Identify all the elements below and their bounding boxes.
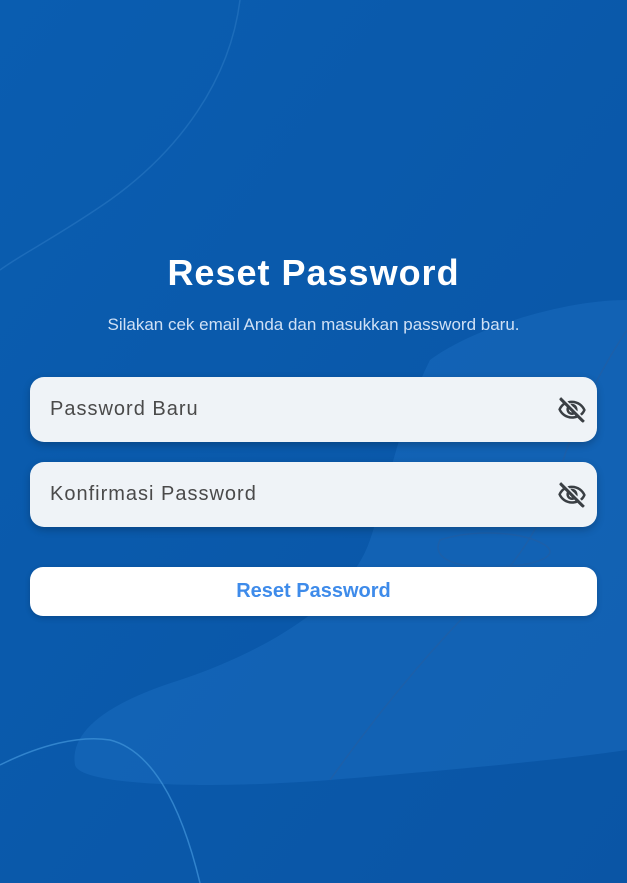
page-title: Reset Password: [167, 252, 460, 293]
eye-off-icon[interactable]: [557, 395, 587, 425]
confirm-password-field[interactable]: [30, 462, 597, 527]
reset-password-screen: Reset Password Silakan cek email Anda da…: [0, 0, 627, 883]
reset-password-button[interactable]: Reset Password: [30, 567, 597, 616]
confirm-password-input[interactable]: [50, 462, 550, 527]
new-password-input[interactable]: [50, 377, 550, 442]
new-password-field[interactable]: [30, 377, 597, 442]
page-subtitle: Silakan cek email Anda dan masukkan pass…: [107, 315, 520, 334]
eye-off-icon[interactable]: [557, 480, 587, 510]
